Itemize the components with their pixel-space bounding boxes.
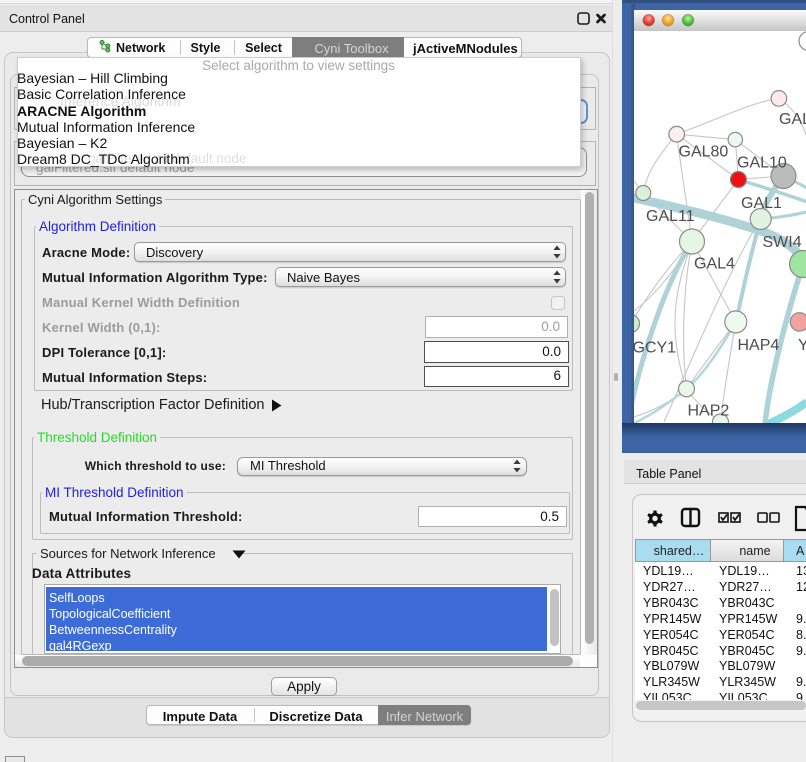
svg-text:GAL10: GAL10 (737, 155, 787, 172)
svg-text:GAL80: GAL80 (679, 144, 729, 161)
svg-text:Y: Y (798, 337, 806, 354)
svg-text:HAP4: HAP4 (738, 337, 780, 354)
svg-text:GCY1: GCY1 (634, 340, 676, 357)
svg-text:GAL: GAL (779, 111, 806, 128)
svg-text:SWI4: SWI4 (763, 234, 802, 251)
svg-text:GAL4: GAL4 (694, 255, 735, 272)
svg-text:GAL1: GAL1 (741, 195, 782, 212)
svg-text:HAP2: HAP2 (688, 403, 730, 420)
svg-text:GAL11: GAL11 (646, 208, 695, 225)
